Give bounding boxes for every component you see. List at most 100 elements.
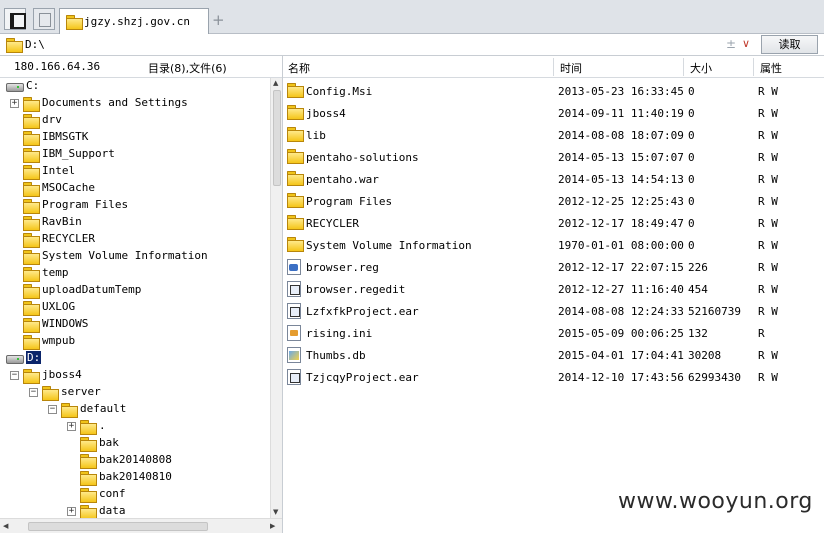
scroll-down-icon[interactable]: ▼: [273, 508, 278, 516]
tree-item[interactable]: C:: [6, 78, 260, 95]
tree-item[interactable]: D:: [6, 350, 260, 367]
tree-item-label: temp: [42, 266, 69, 279]
tree-item[interactable]: WINDOWS: [10, 316, 260, 333]
tree-item[interactable]: IBM_Support: [10, 146, 260, 163]
tree-item[interactable]: + data: [67, 503, 260, 518]
file-row[interactable]: browser.regedit 2012-12-27 11:16:40 454 R W: [283, 278, 824, 300]
db-file-icon: [287, 347, 301, 363]
file-row[interactable]: browser.reg 2012-12-17 22:07:15 226 R W: [283, 256, 824, 278]
file-time: 2014-12-10 17:43:56: [558, 371, 684, 384]
chevron-down-icon[interactable]: ∨: [742, 37, 750, 50]
tree-item[interactable]: wmpub: [10, 333, 260, 350]
scroll-right-icon[interactable]: ▶: [270, 522, 275, 530]
tree-item[interactable]: IBMSGTK: [10, 129, 260, 146]
tab-active[interactable]: jgzy.shzj.gov.cn: [59, 8, 209, 34]
plus-minus-icon[interactable]: ±: [726, 37, 736, 51]
file-row[interactable]: LzfxfkProject.ear 2014-08-08 12:24:33 5216…: [283, 300, 824, 322]
collapse-icon[interactable]: −: [29, 388, 38, 397]
file-name: System Volume Information: [306, 239, 472, 252]
tree-item[interactable]: bak20140810: [67, 469, 260, 486]
tree-vertical-scrollbar[interactable]: ▲ ▼: [270, 78, 282, 518]
scroll-up-icon[interactable]: ▲: [273, 79, 278, 87]
expand-icon[interactable]: +: [67, 422, 76, 431]
column-separator[interactable]: [753, 58, 754, 76]
read-button[interactable]: 读取: [761, 35, 818, 54]
tree-item-label: server: [61, 385, 101, 398]
file-time: 2014-05-13 15:07:07: [558, 151, 684, 164]
file-size: 0: [688, 151, 695, 164]
tree-item[interactable]: − default: [48, 401, 260, 418]
file-name: LzfxfkProject.ear: [306, 305, 419, 318]
file-row[interactable]: jboss4 2014-09-11 11:40:19 0 R W: [283, 102, 824, 124]
tree-item[interactable]: +.: [67, 418, 260, 435]
tree-item[interactable]: Program Files: [10, 197, 260, 214]
tree-item[interactable]: bak20140808: [67, 452, 260, 469]
file-attributes: R W: [758, 151, 778, 164]
folder-icon: [23, 148, 40, 163]
folder-icon: [23, 216, 40, 231]
folder-icon: [80, 471, 97, 486]
file-row[interactable]: Program Files 2012-12-25 12:25:43 0 R W: [283, 190, 824, 212]
collapse-icon[interactable]: −: [10, 371, 19, 380]
tree-item[interactable]: − server: [29, 384, 260, 401]
column-separator[interactable]: [683, 58, 684, 76]
tree-item[interactable]: conf: [67, 486, 260, 503]
address-input[interactable]: D:\: [25, 38, 45, 51]
tree-item[interactable]: bak: [67, 435, 260, 452]
file-time: 2013-05-23 16:33:45: [558, 85, 684, 98]
tree-item-label: wmpub: [42, 334, 76, 347]
scroll-thumb[interactable]: [273, 90, 281, 186]
folder-icon: [287, 171, 304, 186]
column-header-size[interactable]: 大小: [690, 60, 712, 76]
file-row[interactable]: pentaho-solutions 2014-05-13 15:07:07 0 R W: [283, 146, 824, 168]
file-row[interactable]: lib 2014-08-08 18:07:09 0 R W: [283, 124, 824, 146]
file-attributes: R W: [758, 239, 778, 252]
column-header-time[interactable]: 时间: [560, 60, 582, 76]
host-ip: 180.166.64.36: [14, 60, 101, 73]
drive-icon: [6, 352, 24, 364]
tree-item[interactable]: UXLOG: [10, 299, 260, 316]
scroll-thumb[interactable]: [28, 522, 208, 531]
file-name: TzjcqyProject.ear: [306, 371, 419, 384]
folder-icon: [23, 301, 40, 316]
tree-item[interactable]: drv: [10, 112, 260, 129]
folder-icon: [23, 369, 40, 384]
file-row[interactable]: pentaho.war 2014-05-13 14:54:13 0 R W: [283, 168, 824, 190]
file-attributes: R: [758, 327, 765, 340]
column-header-name[interactable]: 名称: [288, 60, 310, 76]
new-window-icon[interactable]: [33, 8, 55, 30]
tree-item[interactable]: uploadDatumTemp: [10, 282, 260, 299]
file-row[interactable]: TzjcqyProject.ear 2014-12-10 17:43:56 6299…: [283, 366, 824, 388]
tree-item[interactable]: temp: [10, 265, 260, 282]
file-row[interactable]: Config.Msi 2013-05-23 16:33:45 0 R W: [283, 80, 824, 102]
expand-icon[interactable]: +: [10, 99, 19, 108]
file-row[interactable]: System Volume Information 1970-01-01 08:0…: [283, 234, 824, 256]
file-name: Thumbs.db: [306, 349, 366, 362]
file-row[interactable]: Thumbs.db 2015-04-01 17:04:41 30208 R W: [283, 344, 824, 366]
file-row[interactable]: RECYCLER 2012-12-17 18:49:47 0 R W: [283, 212, 824, 234]
file-time: 1970-01-01 08:00:00: [558, 239, 684, 252]
tree-item-label: uploadDatumTemp: [42, 283, 142, 296]
expand-icon[interactable]: +: [67, 507, 76, 516]
tree-item[interactable]: RavBin: [10, 214, 260, 231]
file-size: 0: [688, 195, 695, 208]
file-row[interactable]: rising.ini 2015-05-09 00:06:25 132 R: [283, 322, 824, 344]
sidebar-toggle-icon[interactable]: [4, 8, 26, 30]
collapse-icon[interactable]: −: [48, 405, 57, 414]
tree-item[interactable]: RECYCLER: [10, 231, 260, 248]
folder-icon: [23, 165, 40, 180]
file-name: lib: [306, 129, 326, 142]
tree-item[interactable]: + Documents and Settings: [10, 95, 260, 112]
tree-item[interactable]: Intel: [10, 163, 260, 180]
tree-item[interactable]: System Volume Information: [10, 248, 260, 265]
add-tab-button[interactable]: +: [212, 11, 225, 29]
tree-horizontal-scrollbar[interactable]: ◀ ▶: [0, 518, 282, 533]
tree-item[interactable]: − jboss4: [10, 367, 260, 384]
folder-icon: [287, 149, 304, 164]
file-time: 2014-08-08 18:07:09: [558, 129, 684, 142]
file-attributes: R W: [758, 107, 778, 120]
column-header-attr[interactable]: 属性: [760, 60, 782, 76]
tree-item[interactable]: MSOCache: [10, 180, 260, 197]
column-separator[interactable]: [553, 58, 554, 76]
scroll-left-icon[interactable]: ◀: [3, 522, 8, 530]
